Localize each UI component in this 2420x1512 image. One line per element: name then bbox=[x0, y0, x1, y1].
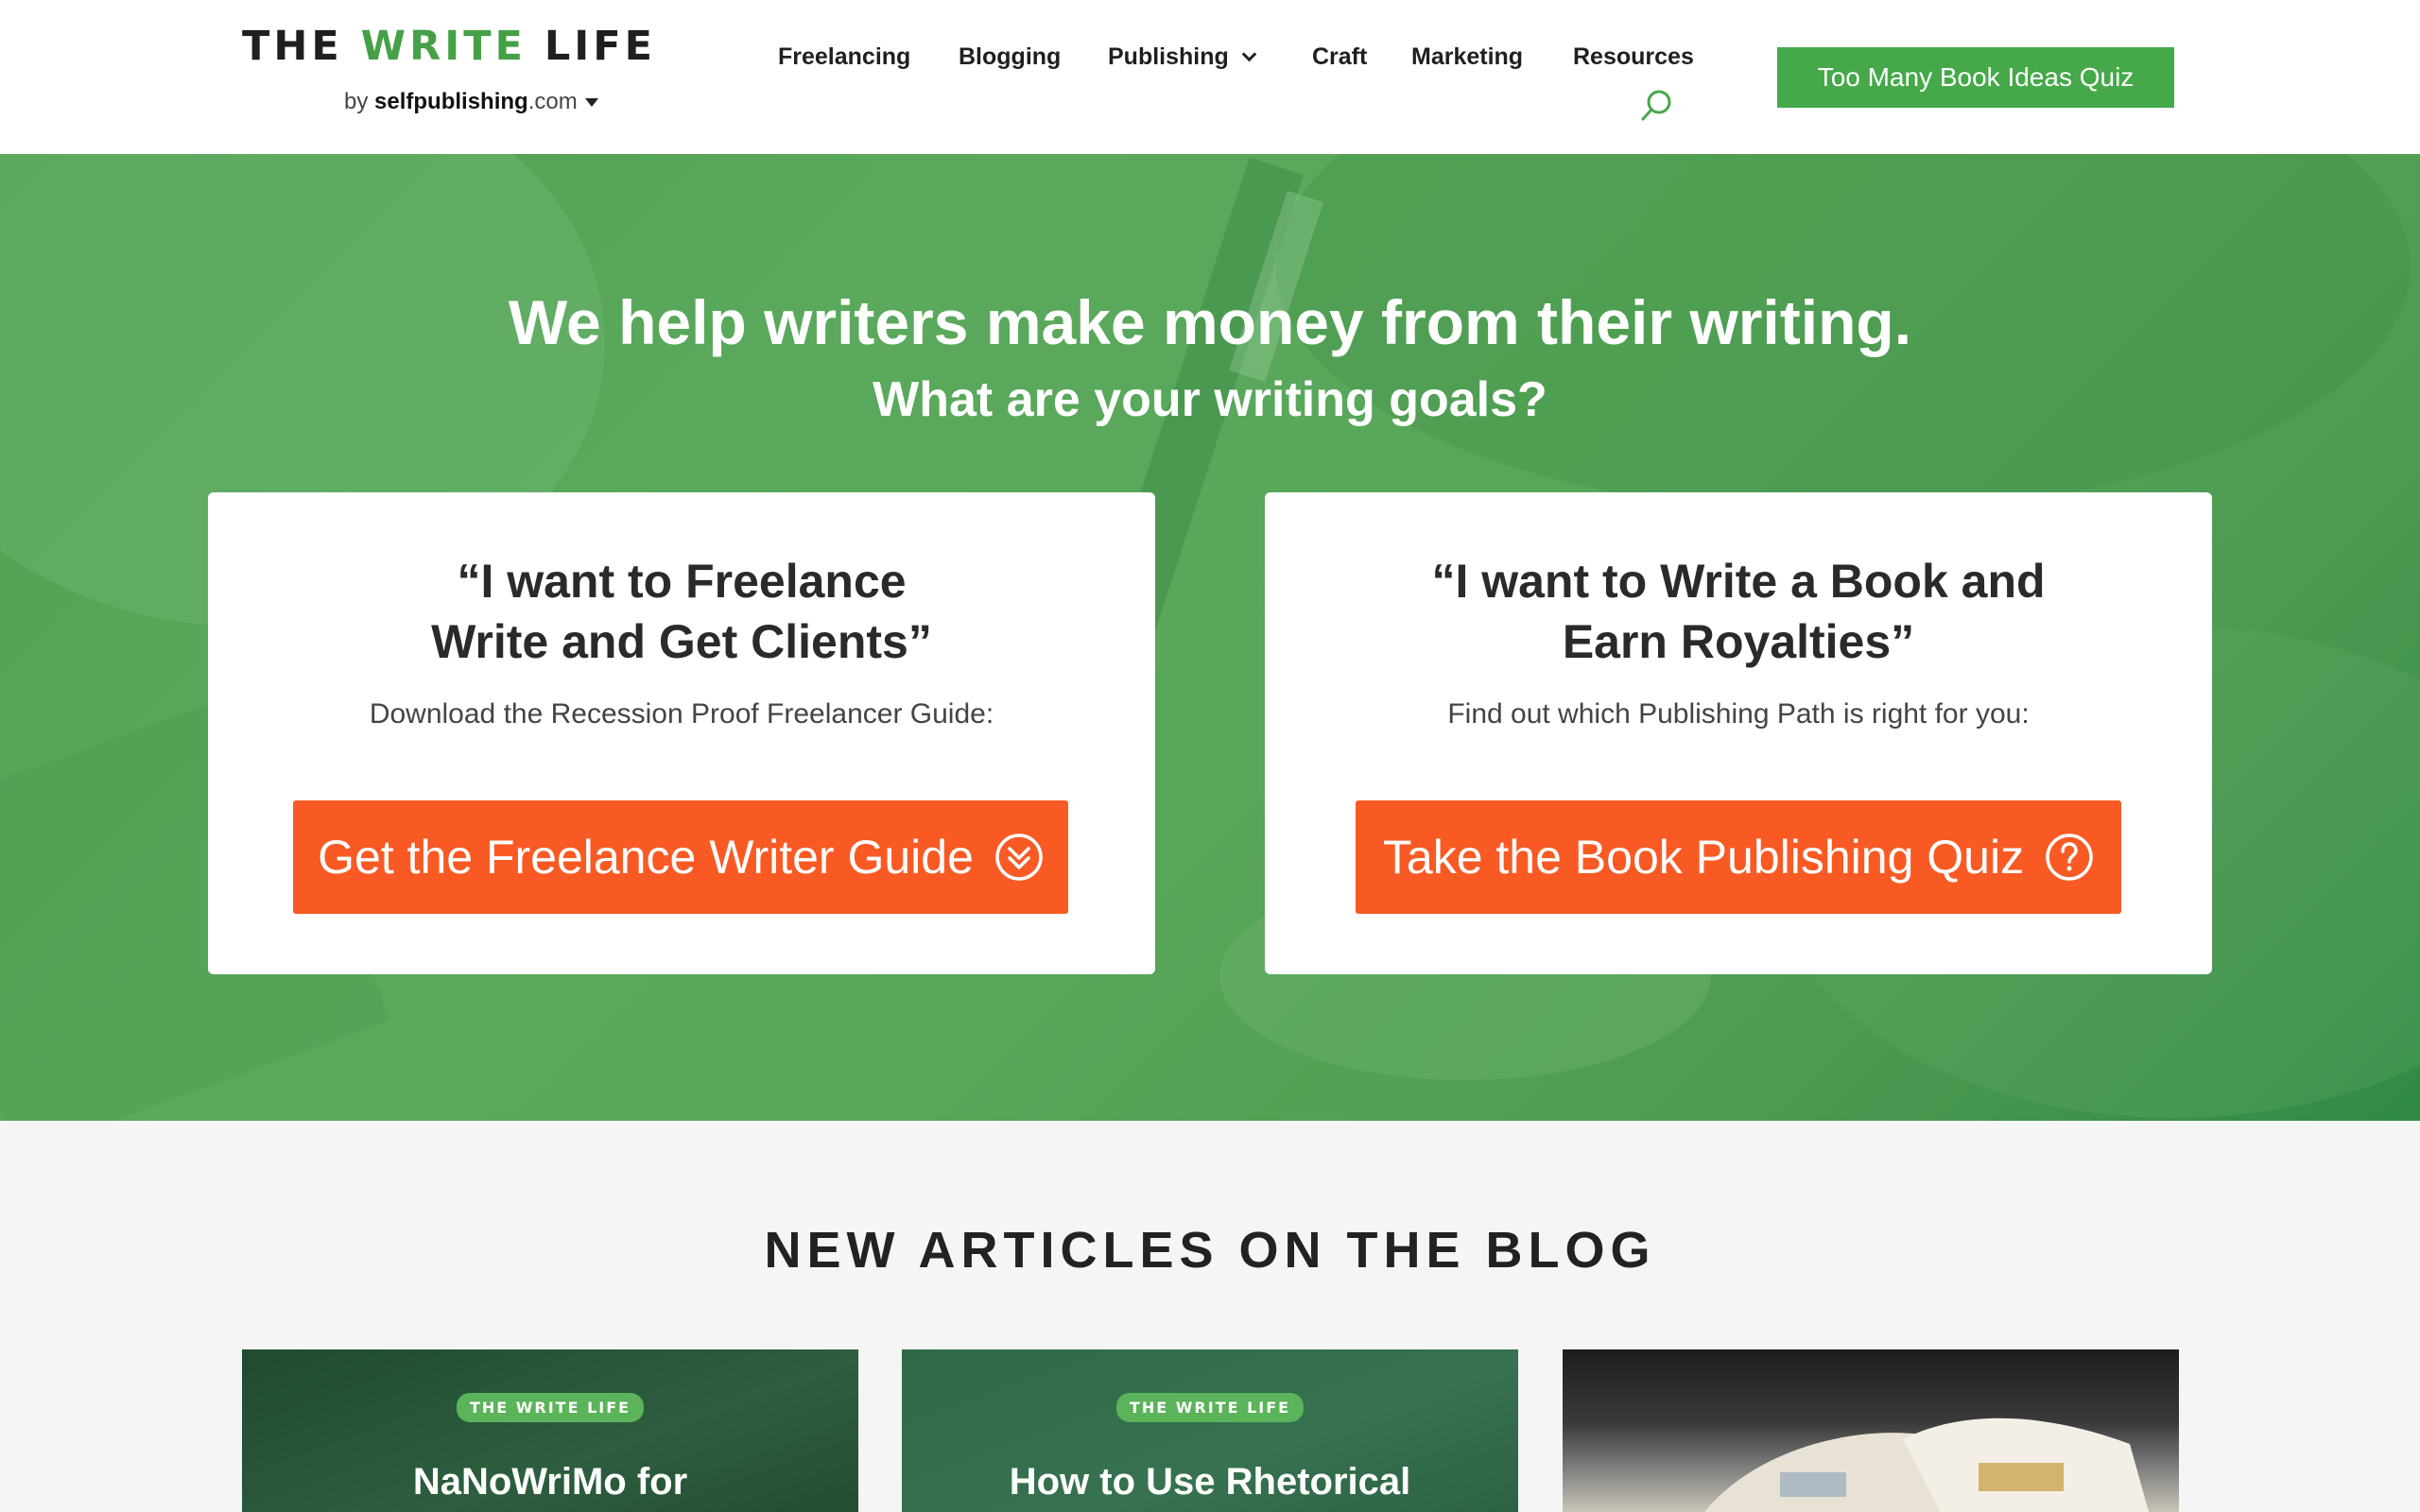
nav-resources[interactable]: Resources bbox=[1573, 43, 1694, 71]
site-header: THE WRITE LIFE by selfpublishing.com Fre… bbox=[0, 0, 2420, 154]
nav-freelancing[interactable]: Freelancing bbox=[778, 43, 910, 71]
publishing-quiz-button[interactable]: Take the Book Publishing Quiz bbox=[1356, 800, 2121, 914]
article-title: NaNoWriMo for bbox=[412, 1461, 688, 1503]
freelance-guide-button-label: Get the Freelance Writer Guide bbox=[318, 831, 974, 884]
freelance-guide-button[interactable]: Get the Freelance Writer Guide bbox=[293, 800, 1068, 914]
article-badge: THE WRITE LIFE bbox=[1115, 1393, 1305, 1422]
logo-byline[interactable]: by selfpublishing.com bbox=[344, 89, 598, 115]
book-ideas-quiz-button[interactable]: Too Many Book Ideas Quiz bbox=[1777, 47, 2174, 108]
hero-section: We help writers make money from their wr… bbox=[0, 154, 2420, 1121]
byline-suffix: .com bbox=[527, 89, 578, 114]
open-book-image bbox=[1704, 1418, 2149, 1512]
nav-marketing[interactable]: Marketing bbox=[1411, 43, 1523, 71]
publishing-heading-line2: Earn Royalties” bbox=[1562, 615, 1915, 668]
byline-prefix: by bbox=[344, 89, 375, 114]
hero-title: We help writers make money from their wr… bbox=[508, 287, 1912, 357]
nav-blogging[interactable]: Blogging bbox=[959, 43, 1061, 71]
article-card[interactable]: THE WRITE LIFE NaNoWriMo for bbox=[242, 1349, 858, 1512]
double-chevron-down-circle-icon bbox=[995, 833, 1043, 881]
nav-craft[interactable]: Craft bbox=[1312, 43, 1367, 71]
hero-subtitle: What are your writing goals? bbox=[873, 372, 1547, 427]
freelance-card-heading: “I want to Freelance Write and Get Clien… bbox=[208, 551, 1155, 672]
nav-publishing[interactable]: Publishing bbox=[1108, 43, 1257, 71]
article-card[interactable]: THE WRITE LIFE How to Use Rhetorical bbox=[902, 1349, 1518, 1512]
publishing-card-text: Find out which Publishing Path is right … bbox=[1447, 698, 2030, 730]
article-badge: THE WRITE LIFE bbox=[456, 1393, 645, 1422]
freelance-heading-line2: Write and Get Clients” bbox=[431, 615, 932, 668]
freelance-card-text: Download the Recession Proof Freelancer … bbox=[369, 698, 994, 730]
question-circle-icon bbox=[2046, 833, 2093, 881]
caret-down-icon bbox=[584, 98, 598, 108]
search-icon[interactable] bbox=[1638, 87, 1676, 125]
chevron-down-icon bbox=[1241, 46, 1257, 62]
publishing-card-heading: “I want to Write a Book and Earn Royalti… bbox=[1265, 551, 2212, 672]
publishing-quiz-button-label: Take the Book Publishing Quiz bbox=[1382, 831, 2025, 884]
nav-publishing-label: Publishing bbox=[1108, 43, 1229, 70]
publishing-card: “I want to Write a Book and Earn Royalti… bbox=[1265, 492, 2212, 974]
freelance-card: “I want to Freelance Write and Get Clien… bbox=[208, 492, 1155, 974]
publishing-heading-line1: “I want to Write a Book and bbox=[1431, 555, 2046, 608]
article-card[interactable] bbox=[1563, 1349, 2179, 1512]
article-title: How to Use Rhetorical bbox=[1009, 1461, 1411, 1503]
byline-brand: selfpublishing bbox=[374, 89, 528, 114]
blog-section-heading: NEW ARTICLES ON THE BLOG bbox=[764, 1222, 1656, 1279]
freelance-heading-line1: “I want to Freelance bbox=[457, 555, 907, 608]
